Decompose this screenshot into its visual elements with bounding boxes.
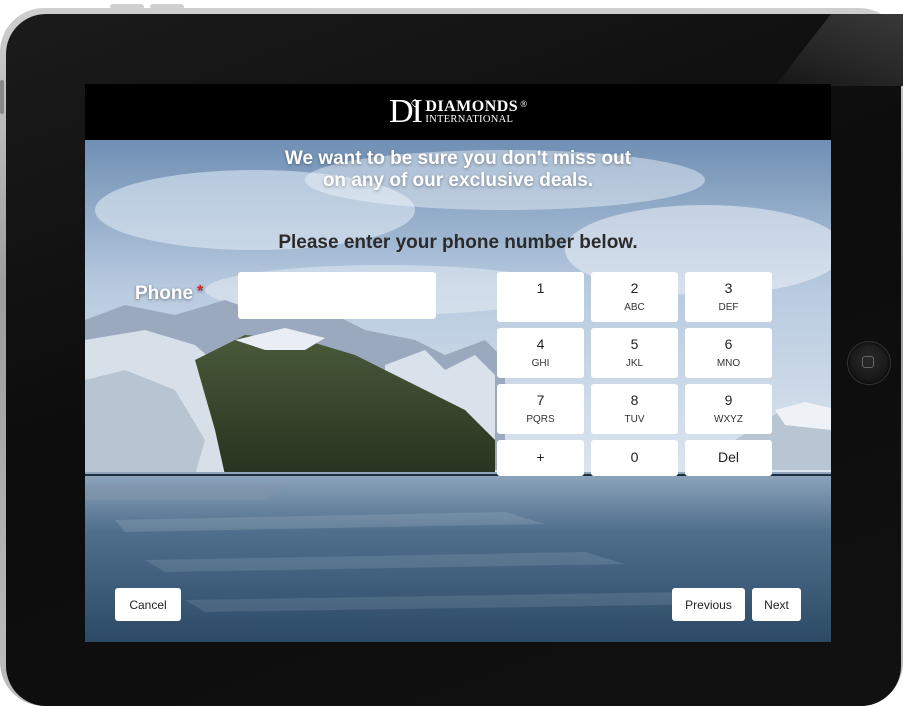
keypad-key-9[interactable]: 9 WXYZ <box>685 384 772 434</box>
brand-header: DI ◇ DIAMONDS INTERNATIONAL ® <box>85 84 831 140</box>
key-letters: DEF <box>718 302 739 313</box>
next-button[interactable]: Next <box>752 588 801 621</box>
key-digit: Del <box>717 449 739 465</box>
key-letters: GHI <box>531 358 550 369</box>
phone-input[interactable] <box>238 272 436 319</box>
key-digit: 2 <box>630 280 639 296</box>
app-screen: DI ◇ DIAMONDS INTERNATIONAL ® We want to… <box>85 84 831 642</box>
key-digit: 9 <box>724 392 733 408</box>
key-digit: 1 <box>536 280 545 296</box>
keypad-key-6[interactable]: 6 MNO <box>685 328 772 378</box>
key-digit: 6 <box>724 336 733 352</box>
keypad-key-8[interactable]: 8 TUV <box>591 384 678 434</box>
keypad-key-7[interactable]: 7 PQRS <box>497 384 584 434</box>
instruction-text: Please enter your phone number below. <box>278 232 638 253</box>
key-letters: TUV <box>624 414 645 425</box>
key-letters: JKL <box>625 358 644 369</box>
required-marker: * <box>197 283 204 300</box>
keypad-key-2[interactable]: 2 ABC <box>591 272 678 322</box>
key-digit: 8 <box>630 392 639 408</box>
key-letters: WXYZ <box>714 414 743 425</box>
device-volume-button <box>110 4 144 10</box>
logo-line2: INTERNATIONAL <box>425 113 514 125</box>
keypad-key-plus[interactable]: + <box>497 440 584 476</box>
keypad-key-1[interactable]: 1 <box>497 272 584 322</box>
key-letters: MNO <box>716 358 741 369</box>
keypad-key-0[interactable]: 0 <box>591 440 678 476</box>
headline: We want to be sure you don't miss out on… <box>85 148 831 192</box>
background-scene: We want to be sure you don't miss out on… <box>85 140 831 642</box>
phone-label: Phone * <box>135 283 203 305</box>
logo-line1: DIAMONDS <box>425 97 519 115</box>
keypad-key-4[interactable]: 4 GHI <box>497 328 584 378</box>
phone-label-text: Phone <box>135 283 194 304</box>
home-button[interactable] <box>847 341 891 385</box>
previous-button[interactable]: Previous <box>672 588 745 621</box>
device-volume-button <box>150 4 184 10</box>
key-letters: ABC <box>624 302 645 313</box>
key-digit: 0 <box>630 449 639 465</box>
keypad-key-5[interactable]: 5 JKL <box>591 328 678 378</box>
cancel-button[interactable]: Cancel <box>115 588 181 621</box>
key-digit: + <box>536 449 545 465</box>
headline-line1: We want to be sure you don't miss out <box>284 148 632 169</box>
numeric-keypad: 1 2 ABC 3 DEF 4 GHI 5 JKL 6 MNO 7 PQRS 8 TUV 9 W… <box>497 272 772 490</box>
key-letters: PQRS <box>526 414 555 425</box>
headline-line2: on any of our exclusive deals. <box>322 170 594 191</box>
keypad-key-delete[interactable]: Del <box>685 440 772 476</box>
diamond-icon: ◇ <box>410 96 420 109</box>
home-square-icon <box>862 356 874 368</box>
registered-mark: ® <box>520 99 528 109</box>
device-side-button <box>0 80 4 114</box>
key-digit: 3 <box>724 280 733 296</box>
key-digit: 5 <box>630 336 639 352</box>
keypad-key-3[interactable]: 3 DEF <box>685 272 772 322</box>
brand-logo: DI ◇ DIAMONDS INTERNATIONAL ® <box>389 95 527 129</box>
key-digit: 4 <box>536 336 545 352</box>
key-digit: 7 <box>536 392 545 408</box>
